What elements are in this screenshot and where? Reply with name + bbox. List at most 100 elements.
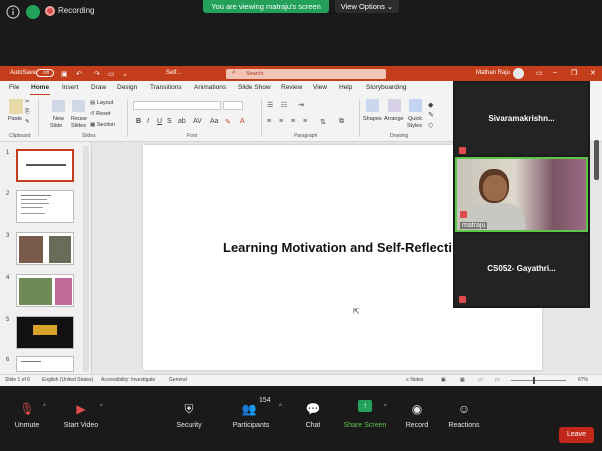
tab-review[interactable]: Review — [281, 84, 302, 91]
minimize-icon[interactable]: – — [553, 69, 557, 76]
align-left-icon[interactable]: ≡ — [267, 118, 271, 125]
notes-button[interactable]: ≡ Notes — [406, 377, 423, 383]
bold-button[interactable]: B — [136, 118, 141, 125]
security-button[interactable]: Security — [172, 422, 206, 429]
font-color-icon[interactable]: A — [240, 118, 245, 125]
cut-icon[interactable]: ✂ — [25, 99, 30, 105]
tab-file[interactable]: File — [9, 84, 19, 91]
chevron-up-icon[interactable]: ^ — [279, 404, 282, 410]
shape-effects-icon[interactable]: ◇ — [428, 121, 433, 129]
section-button[interactable]: ▦ Section — [90, 122, 115, 128]
customize-icon[interactable]: ⌄ — [122, 70, 128, 78]
bullets-icon[interactable]: ☰ — [267, 101, 273, 109]
tab-view[interactable]: View — [313, 84, 327, 91]
participants-icon[interactable]: 👥 — [238, 402, 260, 416]
slideshow-icon[interactable]: ▭ — [108, 70, 115, 78]
maximize-icon[interactable]: ❐ — [571, 69, 577, 77]
slide-thumbnail-5[interactable] — [16, 316, 74, 349]
video-off-icon[interactable]: ▶ — [70, 402, 92, 416]
indent-icon[interactable]: ⇥ — [298, 101, 304, 109]
zoom-level[interactable]: 67% — [578, 377, 588, 383]
sensitivity-status[interactable]: General — [169, 377, 187, 383]
slide-sorter-icon[interactable]: ▦ — [460, 377, 465, 383]
slide-thumbnail-3[interactable] — [16, 232, 74, 265]
text-direction-icon[interactable]: ⇅ — [320, 118, 326, 126]
slideshow-view-icon[interactable]: ▭ — [495, 377, 500, 383]
smartart-icon[interactable]: ⧉ — [339, 118, 344, 126]
paste-button[interactable]: Paste — [8, 116, 22, 122]
view-options-button[interactable]: View Options ⌄ — [335, 0, 399, 13]
reuse-slides-label-2[interactable]: Slides — [71, 123, 86, 129]
security-shield-icon[interactable]: ⛨ — [178, 402, 200, 417]
chevron-up-icon[interactable]: ^ — [43, 404, 46, 410]
normal-view-icon[interactable]: ▣ — [441, 377, 446, 383]
participants-button[interactable]: Participants — [229, 422, 273, 429]
save-icon[interactable]: ▣ — [61, 70, 68, 78]
muted-mic-icon[interactable]: 🎙 — [16, 402, 38, 416]
chevron-up-icon[interactable]: ^ — [100, 404, 103, 410]
tab-draw[interactable]: Draw — [91, 84, 106, 91]
shadow-button[interactable]: S — [167, 118, 172, 125]
language-status[interactable]: English (United States) — [42, 377, 93, 383]
font-name-field[interactable] — [133, 101, 221, 110]
tab-transitions[interactable]: Transitions — [150, 84, 182, 91]
document-title[interactable]: Self... — [166, 70, 181, 76]
chat-icon[interactable]: 💬 — [302, 402, 324, 416]
record-icon[interactable]: ◉ — [406, 402, 428, 416]
reuse-slides-icon[interactable] — [72, 100, 85, 112]
italic-button[interactable]: I — [147, 118, 149, 125]
new-slide-label[interactable]: New — [53, 116, 64, 122]
slide-title[interactable]: Learning Motivation and Self-Reflecti — [223, 240, 452, 255]
avatar[interactable] — [513, 68, 524, 79]
arrange-button[interactable]: Arrange — [384, 116, 404, 122]
tab-storyboarding[interactable]: Storyboarding — [366, 84, 406, 91]
tab-home[interactable]: Home — [31, 84, 49, 91]
paste-icon[interactable] — [9, 99, 23, 114]
layout-button[interactable]: ▤ Layout — [90, 100, 113, 106]
close-icon[interactable]: ✕ — [590, 69, 596, 77]
numbering-icon[interactable]: ☷ — [281, 101, 287, 109]
reading-view-icon[interactable]: ▭ — [478, 377, 483, 383]
reset-button[interactable]: ↺ Reset — [90, 111, 111, 117]
shape-fill-icon[interactable]: ◆ — [428, 101, 433, 109]
thumbnails-scrollbar[interactable] — [83, 146, 89, 372]
quick-styles-label[interactable]: Quick — [408, 116, 422, 122]
change-case-icon[interactable]: Aa — [210, 118, 219, 125]
panel-scrollbar[interactable] — [594, 140, 599, 180]
share-screen-button[interactable]: Share Screen — [342, 422, 388, 429]
char-spacing-icon[interactable]: AV — [193, 118, 202, 125]
ribbon-display-icon[interactable]: ▭ — [536, 69, 543, 77]
highlight-icon[interactable]: ✎ — [225, 118, 231, 126]
redo-icon[interactable]: ↷ — [94, 70, 100, 78]
format-painter-icon[interactable]: ✎ — [25, 119, 30, 125]
new-slide-icon[interactable] — [52, 100, 65, 112]
zoom-slider-thumb[interactable] — [533, 377, 535, 384]
shapes-button[interactable]: Shapes — [363, 116, 382, 122]
tab-help[interactable]: Help — [339, 84, 352, 91]
shape-outline-icon[interactable]: ✎ — [428, 111, 434, 119]
new-slide-label-2[interactable]: Slide — [50, 123, 62, 129]
tab-design[interactable]: Design — [117, 84, 137, 91]
autosave-toggle[interactable]: Off — [36, 69, 54, 77]
tab-insert[interactable]: Insert — [62, 84, 78, 91]
underline-button[interactable]: U — [157, 118, 162, 125]
user-name[interactable]: Mathan Raju — [476, 70, 510, 76]
accessibility-status[interactable]: Accessibility: Investigate — [101, 377, 155, 383]
record-button[interactable]: Record — [403, 422, 431, 429]
tab-animations[interactable]: Animations — [194, 84, 226, 91]
share-screen-icon[interactable]: ↑ — [358, 400, 372, 412]
reactions-icon[interactable]: ☺ — [453, 402, 475, 416]
reuse-slides-label[interactable]: Reuse — [71, 116, 87, 122]
slide-thumbnail-6[interactable] — [16, 356, 74, 372]
slide-thumbnail-1[interactable] — [16, 149, 74, 182]
align-center-icon[interactable]: ≡ — [279, 118, 283, 125]
strikethrough-icon[interactable]: ab — [178, 118, 186, 125]
zoom-slider[interactable] — [511, 380, 566, 381]
start-video-button[interactable]: Start Video — [60, 422, 102, 429]
undo-icon[interactable]: ↶ — [76, 70, 82, 78]
info-icon[interactable] — [6, 5, 20, 19]
participant-tile[interactable]: CS052- Gayathri... — [455, 234, 588, 306]
chat-button[interactable]: Chat — [300, 422, 326, 429]
unmute-button[interactable]: Unmute — [8, 422, 46, 429]
copy-icon[interactable]: ⎘ — [25, 109, 29, 116]
